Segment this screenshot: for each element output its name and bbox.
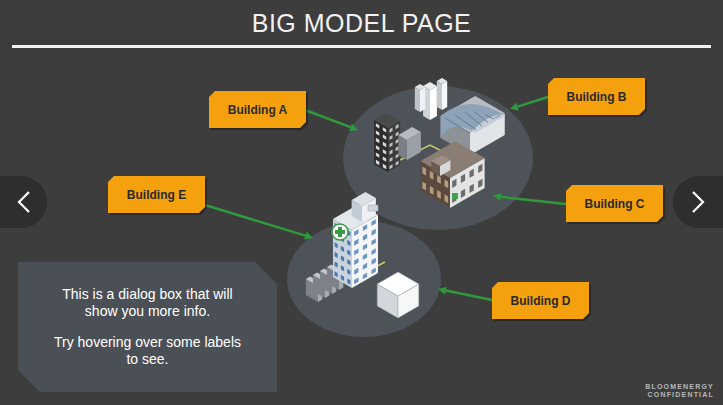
title-rule — [12, 45, 711, 48]
building-label[interactable]: Building E — [108, 176, 205, 213]
label-text: Building A — [209, 91, 306, 128]
footer-line: BLOOMENERGY — [645, 383, 714, 391]
building-label[interactable]: Building C — [566, 185, 663, 222]
label-text: Building B — [548, 78, 645, 115]
skyscrapers-icon — [415, 78, 447, 120]
building-d-icon — [377, 272, 419, 318]
building-label[interactable]: Building B — [548, 78, 645, 115]
confidential-footer: BLOOMENERGYCONFIDENTIAL — [645, 383, 714, 399]
label-text: Building E — [108, 176, 205, 213]
building-label[interactable]: Building D — [492, 282, 589, 319]
slide: BIG MODEL PAGE Building A Building B Build… — [0, 0, 723, 405]
previous-button[interactable] — [0, 176, 47, 228]
building-c-icon — [421, 141, 485, 208]
building-e-icon — [332, 192, 378, 288]
dialog-text: This is a dialog box that will show you … — [53, 286, 243, 320]
building-a-icon — [374, 113, 421, 172]
dialog-text: Try hovering over some labels to see. — [53, 334, 243, 368]
info-dialog: This is a dialog box that will show you … — [18, 262, 277, 392]
label-text: Building C — [566, 185, 663, 222]
label-text: Building D — [492, 282, 589, 319]
chevron-right-icon — [691, 190, 705, 214]
page-title: BIG MODEL PAGE — [252, 8, 472, 38]
next-button[interactable] — [673, 176, 723, 228]
footer-line: CONFIDENTIAL — [647, 391, 714, 399]
header: BIG MODEL PAGE — [0, 0, 723, 48]
building-label[interactable]: Building A — [209, 91, 306, 128]
chevron-left-icon — [17, 190, 31, 214]
